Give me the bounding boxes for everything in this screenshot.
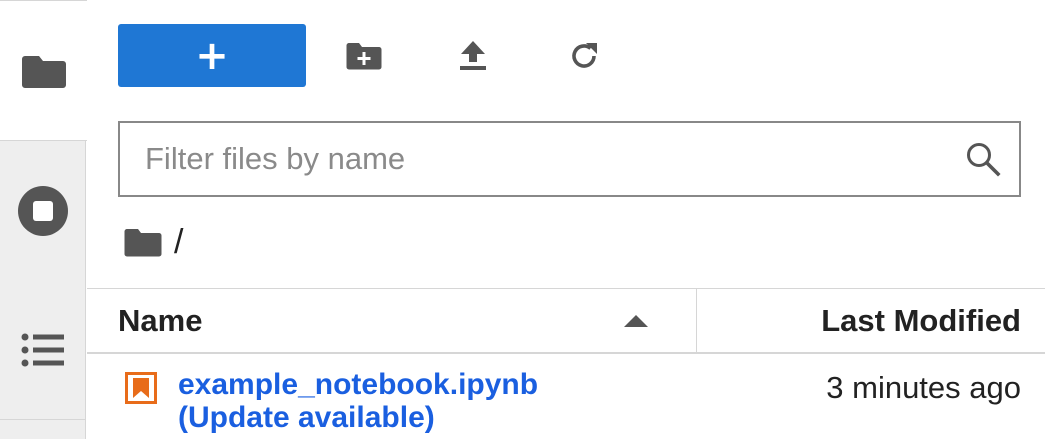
column-header-name-label: Name [118,303,203,338]
filter-box [118,121,1021,197]
file-name-text: example_notebook.ipynb [178,368,539,401]
column-header-last-modified-label: Last Modified [821,303,1021,338]
filter-files-input[interactable] [120,123,940,195]
activity-bar [0,0,87,439]
file-last-modified: 3 minutes ago [826,370,1021,405]
column-header-last-modified[interactable]: Last Modified [698,289,1045,352]
new-folder-button[interactable] [338,30,390,82]
breadcrumb-path: / [174,223,184,261]
upload-button[interactable] [447,30,499,82]
upload-icon [460,41,486,70]
folder-icon [21,55,66,88]
activity-tab-files[interactable] [0,0,87,141]
column-header-name[interactable]: Name [87,289,697,352]
list-icon [21,333,64,366]
file-name: example_notebook.ipynb (Update available… [178,368,648,434]
refresh-icon [572,43,597,68]
new-launcher-button[interactable]: + [118,24,306,87]
activity-tab-running[interactable] [0,142,86,280]
plus-icon: + [195,32,229,79]
breadcrumb: / [124,222,183,262]
new-folder-icon [346,43,382,70]
notebook-icon [125,372,157,404]
refresh-button[interactable] [558,30,610,82]
table-row[interactable]: example_notebook.ipynb (Update available… [87,356,1045,439]
listing-header: Name Last Modified [87,288,1045,354]
folder-icon[interactable] [124,227,162,258]
file-browser-toolbar: + [87,0,1045,110]
file-status-text: (Update available) [178,401,435,434]
stop-circle-icon [18,186,68,236]
search-icon [967,143,1001,177]
sort-ascending-icon [624,315,648,327]
activity-tab-toc[interactable] [0,280,86,420]
